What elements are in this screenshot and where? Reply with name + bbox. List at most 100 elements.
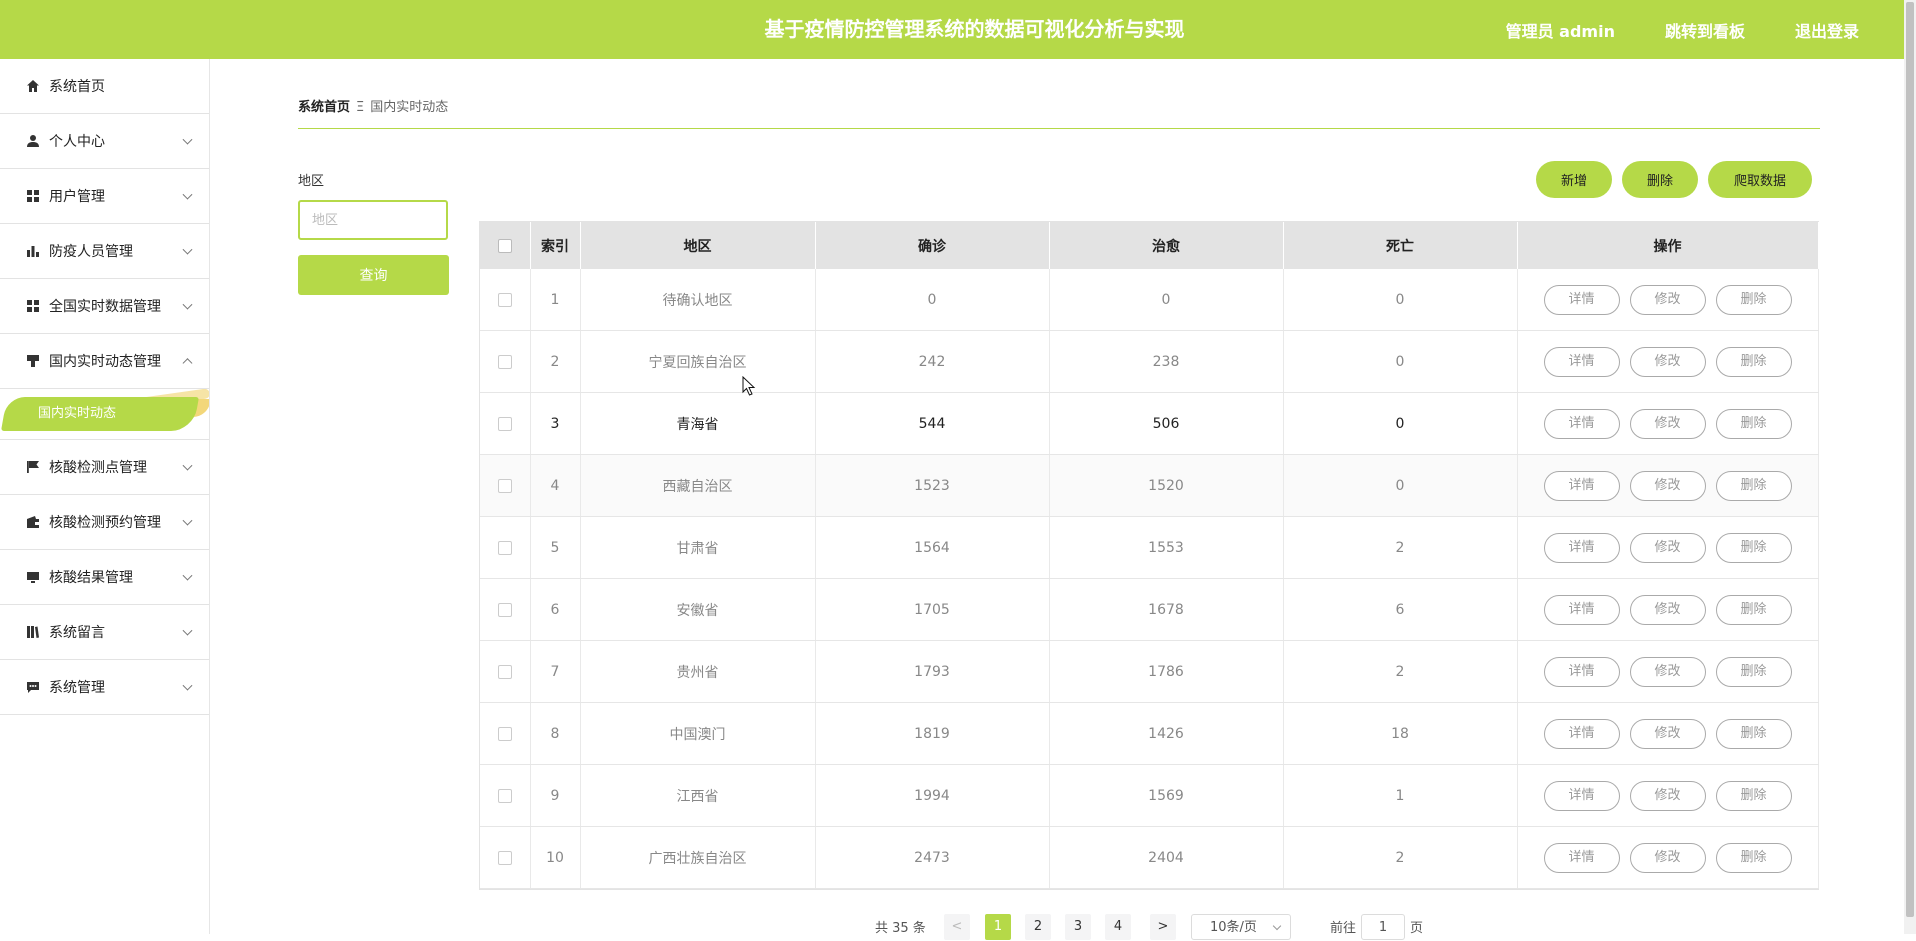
sidebar-item-user-management[interactable]: 用户管理 xyxy=(0,169,209,224)
table-row[interactable]: 2 宁夏回族自治区 242 238 0 详情 修改 删除 xyxy=(480,330,1819,393)
row-checkbox[interactable] xyxy=(497,416,512,431)
table-row[interactable]: 5 甘肃省 1564 1553 2 详情 修改 删除 xyxy=(480,516,1819,579)
edit-button[interactable]: 修改 xyxy=(1629,718,1706,749)
dashboard-link[interactable]: 跳转到看板 xyxy=(1665,18,1745,42)
logout-link[interactable]: 退出登录 xyxy=(1795,18,1859,42)
region-search-input[interactable] xyxy=(298,200,448,240)
cell-region: 青海省 xyxy=(580,392,816,455)
row-select-cell[interactable] xyxy=(480,269,531,331)
table-row[interactable]: 7 贵州省 1793 1786 2 详情 修改 删除 xyxy=(480,640,1819,703)
crawl-data-button[interactable]: 爬取数据 xyxy=(1708,161,1812,198)
row-select-cell[interactable] xyxy=(480,516,531,579)
scrollbar-thumb[interactable] xyxy=(1906,2,1914,917)
cell-region: 广西壮族自治区 xyxy=(580,826,816,889)
detail-button[interactable]: 详情 xyxy=(1543,718,1620,749)
row-select-cell[interactable] xyxy=(480,454,531,517)
edit-button[interactable]: 修改 xyxy=(1629,594,1706,625)
row-select-cell[interactable] xyxy=(480,578,531,641)
select-all-cell[interactable] xyxy=(480,222,531,269)
sidebar-item-home[interactable]: 系统首页 xyxy=(0,59,209,114)
next-page-button[interactable]: > xyxy=(1150,914,1176,940)
row-select-cell[interactable] xyxy=(480,702,531,765)
sidebar-item-test-sites[interactable]: 核酸检测点管理 xyxy=(0,440,209,495)
delete-button[interactable]: 删除 xyxy=(1715,780,1792,811)
row-select-cell[interactable] xyxy=(480,764,531,827)
cell-confirmed: 242 xyxy=(815,330,1050,393)
table-row[interactable]: 9 江西省 1994 1569 1 详情 修改 删除 xyxy=(480,764,1819,827)
row-checkbox[interactable] xyxy=(497,664,512,679)
sidebar: 系统首页 个人中心 用户管理 防疫人员管理 全国实时数据管理 国内实时动态管理 … xyxy=(0,59,210,934)
row-select-cell[interactable] xyxy=(480,640,531,703)
page-1-button[interactable]: 1 xyxy=(985,914,1011,940)
detail-button[interactable]: 详情 xyxy=(1543,842,1620,873)
delete-button[interactable]: 删除 xyxy=(1715,346,1792,377)
row-checkbox[interactable] xyxy=(497,602,512,617)
delete-button[interactable]: 删除 xyxy=(1715,718,1792,749)
detail-button[interactable]: 详情 xyxy=(1543,470,1620,501)
chevron-down-icon xyxy=(182,460,193,471)
edit-button[interactable]: 修改 xyxy=(1629,842,1706,873)
row-checkbox[interactable] xyxy=(497,788,512,803)
edit-button[interactable]: 修改 xyxy=(1629,532,1706,563)
delete-button[interactable]: 删除 xyxy=(1715,470,1792,501)
delete-button[interactable]: 删除 xyxy=(1715,408,1792,439)
edit-button[interactable]: 修改 xyxy=(1629,408,1706,439)
row-checkbox[interactable] xyxy=(497,540,512,555)
edit-button[interactable]: 修改 xyxy=(1629,780,1706,811)
sidebar-item-messages[interactable]: 系统留言 xyxy=(0,605,209,660)
delete-button[interactable]: 删除 xyxy=(1715,656,1792,687)
delete-button[interactable]: 删除 xyxy=(1715,842,1792,873)
admin-label[interactable]: 管理员 admin xyxy=(1506,18,1615,42)
cell-confirmed: 0 xyxy=(815,269,1050,331)
table-row[interactable]: 1 待确认地区 0 0 0 详情 修改 删除 xyxy=(480,269,1819,331)
row-select-cell[interactable] xyxy=(480,330,531,393)
detail-button[interactable]: 详情 xyxy=(1543,780,1620,811)
detail-button[interactable]: 详情 xyxy=(1543,284,1620,315)
page-scrollbar[interactable] xyxy=(1904,0,1916,934)
row-checkbox[interactable] xyxy=(497,292,512,307)
delete-button[interactable]: 删除 xyxy=(1715,284,1792,315)
sidebar-item-test-results[interactable]: 核酸结果管理 xyxy=(0,550,209,605)
sidebar-subitem-domestic-dynamic[interactable]: 国内实时动态 xyxy=(0,389,209,440)
search-button[interactable]: 查询 xyxy=(298,255,449,295)
breadcrumb-home[interactable]: 系统首页 xyxy=(298,100,350,115)
detail-button[interactable]: 详情 xyxy=(1543,408,1620,439)
page-size-select[interactable]: 10条/页 xyxy=(1191,914,1291,940)
goto-page-input[interactable]: 1 xyxy=(1361,914,1405,940)
select-all-checkbox[interactable] xyxy=(497,238,512,253)
sidebar-item-national-data[interactable]: 全国实时数据管理 xyxy=(0,279,209,334)
sidebar-item-epidemic-staff[interactable]: 防疫人员管理 xyxy=(0,224,209,279)
page-2-button[interactable]: 2 xyxy=(1025,914,1051,940)
delete-button[interactable]: 删除 xyxy=(1715,532,1792,563)
edit-button[interactable]: 修改 xyxy=(1629,470,1706,501)
sidebar-item-personal-center[interactable]: 个人中心 xyxy=(0,114,209,169)
delete-button[interactable]: 删除 xyxy=(1715,594,1792,625)
bulk-delete-button[interactable]: 删除 xyxy=(1622,161,1698,198)
edit-button[interactable]: 修改 xyxy=(1629,656,1706,687)
row-checkbox[interactable] xyxy=(497,354,512,369)
sidebar-item-domestic-dynamic[interactable]: 国内实时动态管理 xyxy=(0,334,209,389)
table-row[interactable]: 3 青海省 544 506 0 详情 修改 删除 xyxy=(480,392,1819,455)
detail-button[interactable]: 详情 xyxy=(1543,346,1620,377)
row-checkbox[interactable] xyxy=(497,850,512,865)
prev-page-button[interactable]: < xyxy=(944,914,970,940)
table-row[interactable]: 8 中国澳门 1819 1426 18 详情 修改 删除 xyxy=(480,702,1819,765)
table-row[interactable]: 4 西藏自治区 1523 1520 0 详情 修改 删除 xyxy=(480,454,1819,517)
row-checkbox[interactable] xyxy=(497,478,512,493)
page-4-button[interactable]: 4 xyxy=(1105,914,1131,940)
row-select-cell[interactable] xyxy=(480,826,531,889)
sidebar-item-system-management[interactable]: 系统管理 xyxy=(0,660,209,715)
cell-cured: 1426 xyxy=(1049,702,1284,765)
add-button[interactable]: 新增 xyxy=(1536,161,1612,198)
row-checkbox[interactable] xyxy=(497,726,512,741)
table-row[interactable]: 6 安徽省 1705 1678 6 详情 修改 删除 xyxy=(480,578,1819,641)
sidebar-item-test-appointment[interactable]: 核酸检测预约管理 xyxy=(0,495,209,550)
table-row[interactable]: 10 广西壮族自治区 2473 2404 2 详情 修改 删除 xyxy=(480,826,1819,889)
edit-button[interactable]: 修改 xyxy=(1629,284,1706,315)
detail-button[interactable]: 详情 xyxy=(1543,656,1620,687)
edit-button[interactable]: 修改 xyxy=(1629,346,1706,377)
detail-button[interactable]: 详情 xyxy=(1543,532,1620,563)
detail-button[interactable]: 详情 xyxy=(1543,594,1620,625)
page-3-button[interactable]: 3 xyxy=(1065,914,1091,940)
row-select-cell[interactable] xyxy=(480,392,531,455)
